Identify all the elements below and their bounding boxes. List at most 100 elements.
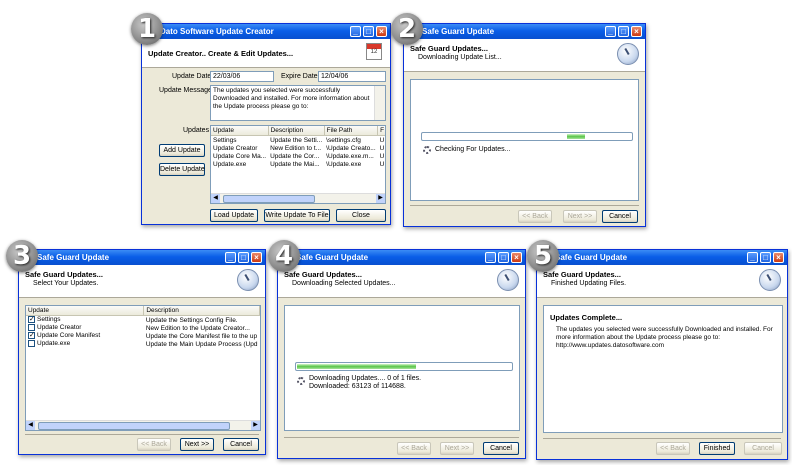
- close-window-button[interactable]: ×: [251, 252, 262, 263]
- footer-divider: [284, 437, 519, 438]
- minimize-button[interactable]: _: [485, 252, 496, 263]
- cell: \Update Creato...: [326, 144, 376, 152]
- window-title: Safe Guard Update: [37, 253, 110, 262]
- window-header: Safe Guard Updates... Downloading Select…: [278, 265, 525, 298]
- cell: \Update.exe.m...: [326, 152, 374, 160]
- column-header[interactable]: Description: [268, 126, 325, 136]
- add-update-button[interactable]: Add Update: [159, 144, 205, 157]
- cancel-button[interactable]: Cancel: [223, 438, 259, 451]
- minimize-button[interactable]: _: [747, 252, 758, 263]
- minimize-button[interactable]: _: [225, 252, 236, 263]
- update-message-field[interactable]: The updates you selected were successful…: [210, 85, 386, 121]
- next-button[interactable]: Next >>: [563, 210, 597, 223]
- scroll-thumb[interactable]: [223, 195, 315, 203]
- cell: Update the Cor...: [270, 152, 320, 160]
- list-item[interactable]: ✓ Update Core Manifest Update the Core Man…: [26, 332, 260, 340]
- table-row[interactable]: Update.exe Update the Mai... \Update.exe U: [211, 160, 385, 168]
- cell: U: [379, 152, 385, 160]
- spinner-icon: [423, 146, 431, 154]
- complete-message: The updates you selected were successful…: [556, 326, 773, 349]
- minimize-button[interactable]: _: [350, 26, 361, 37]
- header-subtitle: Finished Updating Files.: [551, 280, 627, 287]
- horizontal-scrollbar[interactable]: ◀ ▶: [26, 420, 260, 430]
- progress-fill: [567, 134, 585, 139]
- window-controls: _ □ ×: [605, 26, 642, 37]
- downloading-updates-window: Safe Guard Update _ □ × Safe Guard Updat…: [277, 249, 526, 459]
- delete-update-button[interactable]: Delete Update: [159, 163, 205, 176]
- scroll-thumb[interactable]: [38, 422, 230, 430]
- header-title: Safe Guard Updates...: [410, 44, 488, 53]
- cell: \settings.cfg: [326, 136, 361, 144]
- list-item[interactable]: ✓ Settings Update the Settings Config File…: [26, 316, 260, 325]
- item-name: Settings: [37, 316, 61, 324]
- close-window-button[interactable]: ×: [376, 26, 387, 37]
- scroll-right-icon[interactable]: ▶: [376, 194, 385, 203]
- footer-divider: [410, 205, 639, 206]
- checkbox[interactable]: ✓: [28, 316, 35, 324]
- checkbox[interactable]: [28, 324, 35, 332]
- update-message-label: Update Message: [159, 87, 212, 94]
- updates-list: Update Description ✓ Settings Update the S…: [25, 305, 261, 431]
- next-button[interactable]: Next >>: [180, 438, 214, 451]
- column-header[interactable]: Update: [211, 126, 269, 136]
- progress-bar: [421, 132, 633, 141]
- scroll-left-icon[interactable]: ◀: [211, 194, 220, 203]
- scroll-left-icon[interactable]: ◀: [26, 421, 35, 430]
- close-window-button[interactable]: ×: [773, 252, 784, 263]
- item-name: Update Creator: [37, 324, 82, 332]
- content-panel: Updates Complete... The updates you sele…: [543, 305, 783, 433]
- maximize-button[interactable]: □: [498, 252, 509, 263]
- table-row[interactable]: Update Creator New Edition to t... \Update…: [211, 144, 385, 152]
- header-title: Safe Guard Updates...: [25, 270, 103, 279]
- checkbox[interactable]: [28, 340, 35, 348]
- column-header[interactable]: Description: [143, 306, 260, 316]
- column-header[interactable]: File Path: [324, 126, 379, 136]
- back-button[interactable]: << Back: [397, 442, 431, 455]
- maximize-button[interactable]: □: [618, 26, 629, 37]
- item-description: Update the Core Manifest file to the up: [145, 332, 258, 340]
- window-controls: _ □ ×: [747, 252, 784, 263]
- column-header[interactable]: Update: [26, 306, 145, 316]
- write-update-button[interactable]: Write Update To File: [264, 209, 330, 222]
- close-window-button[interactable]: ×: [511, 252, 522, 263]
- window-title: Safe Guard Update: [296, 253, 369, 262]
- close-button[interactable]: Close: [336, 209, 386, 222]
- horizontal-scrollbar[interactable]: ◀ ▶: [211, 193, 385, 203]
- window-header: Safe Guard Updates... Finished Updating …: [537, 265, 787, 298]
- cancel-button[interactable]: Cancel: [744, 442, 782, 455]
- message-scrollbar[interactable]: [374, 86, 385, 120]
- progress-fill: [297, 364, 416, 369]
- close-window-button[interactable]: ×: [631, 26, 642, 37]
- back-button[interactable]: << Back: [656, 442, 690, 455]
- window-title: Safe Guard Update: [555, 253, 628, 262]
- back-button[interactable]: << Back: [137, 438, 171, 451]
- load-update-button[interactable]: Load Update: [210, 209, 258, 222]
- next-button[interactable]: Next >>: [440, 442, 474, 455]
- maximize-button[interactable]: □: [363, 26, 374, 37]
- maximize-button[interactable]: □: [760, 252, 771, 263]
- cancel-button[interactable]: Cancel: [602, 210, 638, 223]
- item-description: New Edition to the Update Creator...: [145, 324, 250, 332]
- update-creator-window: Dato Software Update Creator _ □ × Updat…: [141, 23, 391, 225]
- list-item[interactable]: Update.exe Update the Main Update Process…: [26, 340, 260, 348]
- expire-date-field[interactable]: 12/04/06: [318, 71, 386, 82]
- list-item[interactable]: Update Creator New Edition to the Update …: [26, 324, 260, 332]
- minimize-button[interactable]: _: [605, 26, 616, 37]
- window-controls: _ □ ×: [350, 26, 387, 37]
- content-panel: Downloading Updates.... 0 of 1 files. Do…: [284, 305, 520, 431]
- scroll-right-icon[interactable]: ▶: [251, 421, 260, 430]
- table-row[interactable]: Update Core Ma... Update the Cor... \Updat…: [211, 152, 385, 160]
- update-date-field[interactable]: 22/03/06: [210, 71, 274, 82]
- cancel-button[interactable]: Cancel: [483, 442, 519, 455]
- table-row[interactable]: Settings Update the Setti... \settings.cfg…: [211, 136, 385, 145]
- cell: Update Core Ma...: [213, 152, 267, 160]
- cell: U: [379, 160, 385, 168]
- checkbox[interactable]: ✓: [28, 332, 35, 340]
- maximize-button[interactable]: □: [238, 252, 249, 263]
- item-description: Update the Main Update Process (Upd: [145, 340, 258, 348]
- back-button[interactable]: << Back: [518, 210, 552, 223]
- finished-button[interactable]: Finished: [699, 442, 735, 455]
- column-header[interactable]: F: [377, 126, 385, 136]
- clock-icon: [497, 269, 519, 291]
- cell: Update the Setti...: [270, 136, 323, 144]
